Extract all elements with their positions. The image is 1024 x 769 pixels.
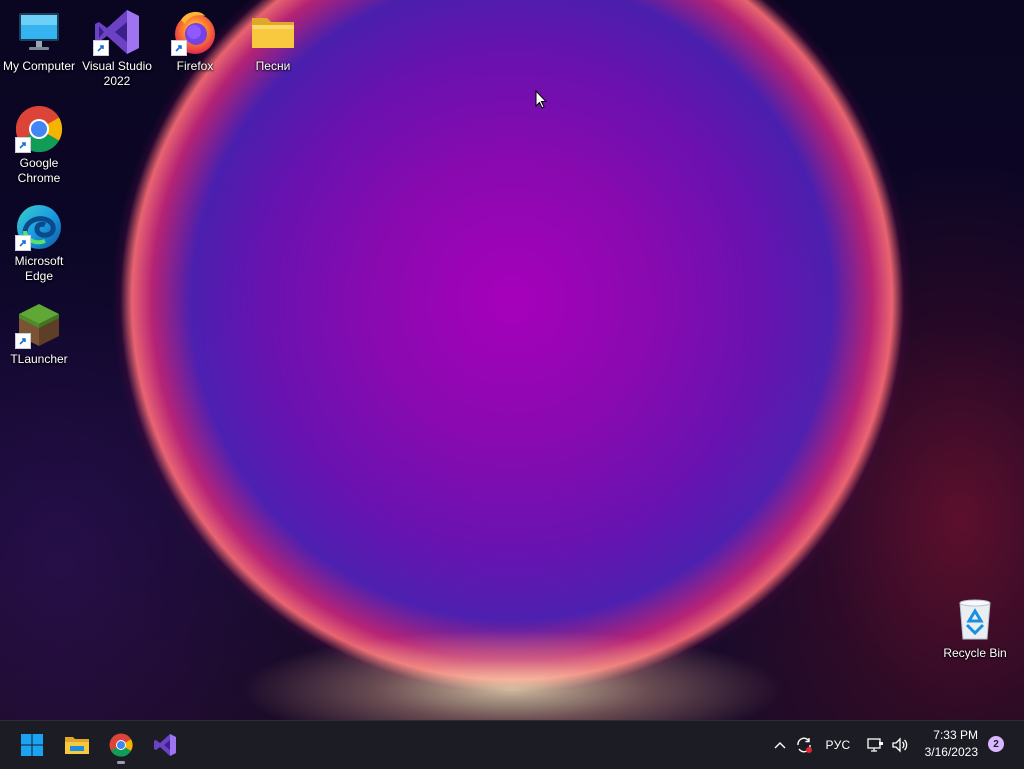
clock-date: 3/16/2023 [924,745,978,759]
taskbar-chrome-button[interactable] [104,729,138,764]
desktop-icon-label: Microsoft Edge [14,254,64,283]
desktop-icon-visual-studio[interactable]: Visual Studio 2022 [79,8,155,89]
shortcut-arrow-icon [15,137,31,153]
file-explorer-icon [65,737,89,754]
desktop-icon-my-computer[interactable]: My Computer [1,8,77,74]
desktop-icon-microsoft-edge[interactable]: Microsoft Edge [1,203,77,284]
desktop-icon-label: TLauncher [10,352,68,366]
desktop-icon-label: Firefox [176,59,214,73]
monitor-icon [15,8,63,56]
taskbar-visual-studio-button[interactable] [148,729,182,761]
desktop-icon-songs-folder[interactable]: Песни [235,8,311,74]
desktop-icon-google-chrome[interactable]: Google Chrome [1,105,77,186]
tlauncher-grass-block-icon [15,301,63,349]
input-language-indicator[interactable]: РУС [822,721,854,769]
taskbar: РУС 7:33 PM 3/16/2023 [0,720,1024,769]
chrome-icon [109,733,133,757]
windows-start-icon [21,734,43,756]
network-button[interactable] [864,721,886,769]
shortcut-arrow-icon [93,40,109,56]
speaker-icon [892,737,908,753]
clock-time: 7:33 PM [933,728,978,742]
clock[interactable]: 7:33 PM 3/16/2023 [908,727,978,761]
network-icon [867,738,883,752]
visual-studio-icon [93,8,141,56]
shortcut-arrow-icon [15,235,31,251]
shortcut-arrow-icon [15,333,31,349]
desktop-icon-tlauncher[interactable]: TLauncher [1,301,77,367]
chevron-up-icon [774,742,786,749]
sync-icon [797,737,812,753]
taskbar-file-explorer-button[interactable] [60,729,94,761]
desktop-icon-label: Google Chrome [17,156,61,185]
mouse-cursor-icon [535,90,547,109]
chrome-icon [15,105,63,153]
folder-icon [249,8,297,56]
sync-status-button[interactable] [793,721,815,769]
desktop-icon-label: Visual Studio 2022 [82,59,152,88]
visual-studio-icon [154,734,176,756]
firefox-icon [171,8,219,56]
show-hidden-icons-button[interactable] [770,721,790,769]
desktop-icon-label: My Computer [2,59,76,73]
recycle-bin-icon [951,595,999,643]
edge-icon [15,203,63,251]
desktop[interactable]: My Computer Visual Studio 2022 Firefox П… [0,0,1024,720]
shortcut-arrow-icon [171,40,187,56]
desktop-icon-label: Песни [255,59,291,73]
start-button[interactable] [15,729,49,761]
desktop-icon-recycle-bin[interactable]: Recycle Bin [937,595,1013,661]
running-indicator [117,761,125,764]
desktop-icon-firefox[interactable]: Firefox [157,8,233,74]
desktop-icon-label: Recycle Bin [943,646,1007,660]
notifications-badge[interactable]: 2 [988,736,1004,752]
